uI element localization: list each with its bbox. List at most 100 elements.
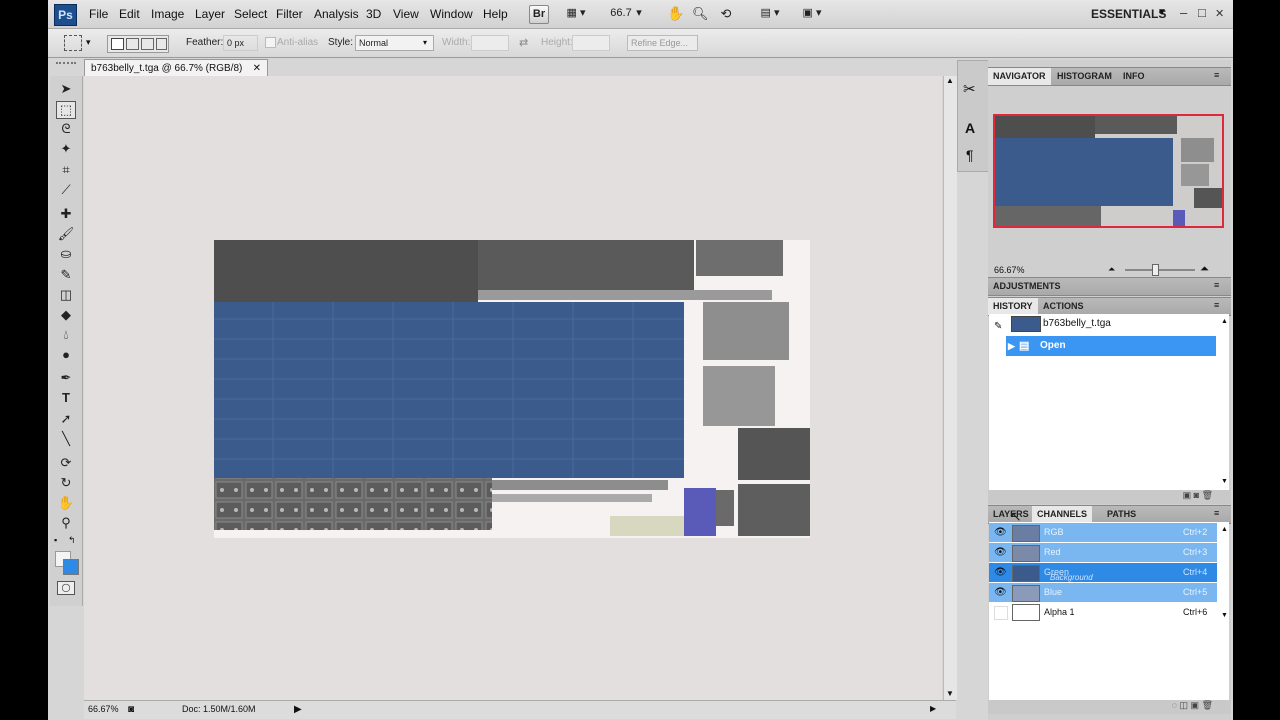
eraser-tool-icon[interactable]: ◫ xyxy=(56,286,76,304)
background-color-swatch[interactable] xyxy=(63,559,79,575)
marquee-preset-icon[interactable] xyxy=(64,35,82,51)
menu-3d[interactable]: 3D xyxy=(366,7,381,21)
launch-bridge-button[interactable]: Br xyxy=(529,5,549,24)
tab-actions[interactable]: ACTIONS xyxy=(1038,298,1089,315)
menu-filter[interactable]: Filter xyxy=(276,7,303,21)
pen-tool-icon[interactable]: ✒ xyxy=(56,369,76,387)
dodge-tool-icon[interactable]: ● xyxy=(56,346,76,364)
visibility-eye-icon[interactable]: 👁︎ xyxy=(994,547,1007,559)
blur-tool-icon[interactable]: 💧︎ xyxy=(56,326,76,344)
tab-info[interactable]: INFO xyxy=(1118,68,1150,85)
new-channel-icon[interactable]: ▣ xyxy=(1191,700,1200,710)
zoom-level-field[interactable]: 66.7 xyxy=(608,5,634,22)
tab-navigator[interactable]: NAVIGATOR xyxy=(988,68,1051,85)
navigator-menu-icon[interactable]: ≡ xyxy=(1214,70,1219,80)
rotate-view-icon[interactable]: ⟲ xyxy=(718,5,734,22)
toolbox-grip[interactable] xyxy=(56,62,76,70)
visibility-eye-icon[interactable]: 👁︎ xyxy=(994,587,1007,599)
scroll-up-icon[interactable]: ▲ xyxy=(946,76,954,85)
default-colors-icon[interactable]: ▪ xyxy=(54,535,57,545)
antialias-checkbox[interactable] xyxy=(265,37,276,48)
menu-view[interactable]: View xyxy=(393,7,419,21)
zoom-dropdown-icon[interactable]: ▾ xyxy=(634,5,644,22)
menu-select[interactable]: Select xyxy=(234,7,267,21)
minimize-button[interactable]: – xyxy=(1180,5,1187,20)
channels-scroll-down-icon[interactable]: ▼ xyxy=(1221,612,1228,619)
menu-image[interactable]: Image xyxy=(151,7,184,21)
paint-bucket-tool-icon[interactable]: ◆ xyxy=(56,306,76,324)
tab-histogram[interactable]: HISTOGRAM xyxy=(1052,68,1117,85)
view-extras-icon[interactable]: ▦ ▾ xyxy=(561,5,591,22)
zoom-in-icon[interactable]: ⏶ xyxy=(1200,263,1209,276)
history-state-open[interactable]: ▶ ▤ Open xyxy=(1006,336,1216,356)
swap-colors-icon[interactable]: ↰ xyxy=(68,535,76,546)
close-document-icon[interactable]: ✕ xyxy=(253,60,261,77)
menu-help[interactable]: Help xyxy=(483,7,508,21)
refine-edge-button[interactable]: Refine Edge... xyxy=(627,35,698,51)
selection-mode-buttons[interactable] xyxy=(107,35,169,53)
style-dropdown-icon[interactable]: ▾ xyxy=(423,38,427,47)
clone-stamp-tool-icon[interactable]: ⛀ xyxy=(56,245,76,263)
feather-input[interactable]: 0 px xyxy=(223,35,258,51)
save-selection-icon[interactable]: ◫ xyxy=(1180,700,1189,710)
3d-rotate-tool-icon[interactable]: ⟳ xyxy=(56,454,76,472)
tab-history[interactable]: HISTORY xyxy=(988,298,1038,315)
load-selection-icon[interactable]: ◌ xyxy=(1172,700,1177,710)
visibility-eye-icon[interactable]: 👁︎ xyxy=(994,567,1007,579)
type-tool-icon[interactable]: T xyxy=(56,389,76,407)
height-input[interactable] xyxy=(572,35,610,51)
document-image[interactable] xyxy=(214,240,810,538)
hand-tool-icon[interactable]: ✋ xyxy=(667,5,684,22)
history-brush-tool-icon[interactable]: ✎ xyxy=(56,266,76,284)
hand-tool-icon[interactable]: ✋ xyxy=(56,494,76,512)
tab-adjustments[interactable]: ADJUSTMENTS xyxy=(988,278,1066,295)
hscroll-right-icon[interactable]: ▶ xyxy=(930,704,936,713)
arrange-documents-icon[interactable]: ▤ ▾ xyxy=(755,5,785,22)
rectangular-marquee-tool-icon[interactable]: ⬚ xyxy=(56,101,76,119)
menu-window[interactable]: Window xyxy=(430,7,473,21)
history-scroll-down-icon[interactable]: ▼ xyxy=(1221,478,1228,485)
scroll-down-icon[interactable]: ▼ xyxy=(946,689,954,698)
workspace-dropdown-icon[interactable]: ▼ xyxy=(1157,7,1167,18)
screen-mode-icon[interactable]: ▣ ▾ xyxy=(796,5,828,22)
menu-layer[interactable]: Layer xyxy=(195,7,225,21)
menu-analysis[interactable]: Analysis xyxy=(314,7,359,21)
path-selection-tool-icon[interactable]: ➚ xyxy=(56,410,76,428)
channels-menu-icon[interactable]: ≡ xyxy=(1214,508,1219,518)
new-document-from-state-icon[interactable]: ▣ xyxy=(1183,490,1192,500)
history-snapshot[interactable]: ✎ b763belly_t.tga xyxy=(989,314,1219,334)
history-scroll-up-icon[interactable]: ▲ xyxy=(1221,318,1228,325)
zoom-out-icon[interactable]: ⏶ xyxy=(1108,264,1115,275)
character-panel-icon[interactable]: A xyxy=(965,120,975,136)
document-tab[interactable]: b763belly_t.tga @ 66.7% (RGB/8) ✕ xyxy=(84,59,268,77)
healing-brush-tool-icon[interactable]: ✚ xyxy=(56,205,76,223)
move-tool-icon[interactable]: ➤ xyxy=(56,80,76,98)
eyedropper-tool-icon[interactable]: ⟋ xyxy=(56,181,76,199)
quick-mask-icon[interactable]: ◯ xyxy=(57,581,75,595)
preset-dropdown-icon[interactable]: ▾ xyxy=(86,37,91,48)
history-menu-icon[interactable]: ≡ xyxy=(1214,300,1219,310)
adjustments-menu-icon[interactable]: ≡ xyxy=(1214,280,1219,290)
navigator-zoom-field[interactable]: 66.67% xyxy=(994,265,1025,275)
crop-tool-icon[interactable]: ⌗ xyxy=(56,161,76,179)
status-menu-arrow-icon[interactable]: ▶ xyxy=(294,704,302,715)
vertical-scrollbar[interactable]: ▲ ▼ xyxy=(943,76,957,700)
paragraph-panel-icon[interactable]: ¶ xyxy=(966,147,974,163)
delete-channel-icon[interactable]: 🗑︎ xyxy=(1202,700,1213,710)
tool-presets-icon[interactable]: ✂ xyxy=(963,80,976,98)
history-brush-source-icon[interactable]: ✎ xyxy=(994,317,1002,337)
delete-state-icon[interactable]: 🗑︎ xyxy=(1202,490,1213,500)
tab-channels[interactable]: CHANNELS xyxy=(1032,506,1093,523)
brush-tool-icon[interactable]: 🖌︎ xyxy=(56,225,76,243)
navigator-zoom-thumb[interactable] xyxy=(1152,264,1159,276)
line-tool-icon[interactable]: ╲ xyxy=(56,430,76,448)
new-snapshot-icon[interactable]: ◙ xyxy=(1194,490,1199,500)
visibility-box[interactable] xyxy=(994,606,1008,620)
magic-wand-tool-icon[interactable]: ✦ xyxy=(56,140,76,158)
zoom-tool-icon[interactable]: 🔍︎ xyxy=(692,5,709,22)
menu-edit[interactable]: Edit xyxy=(119,7,140,21)
width-input[interactable] xyxy=(471,35,509,51)
channels-scroll-up-icon[interactable]: ▲ xyxy=(1221,526,1228,533)
zoom-tool-icon[interactable]: ⚲ xyxy=(56,514,76,532)
navigator-thumbnail[interactable] xyxy=(993,114,1224,228)
